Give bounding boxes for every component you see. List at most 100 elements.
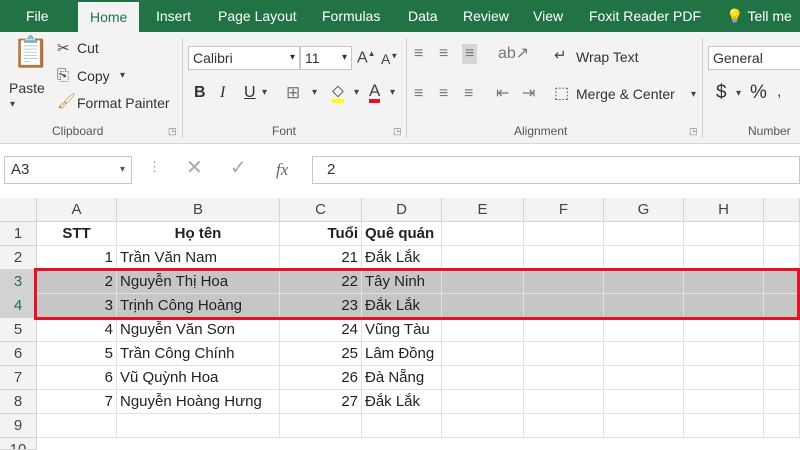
font-color-icon[interactable]: A	[369, 82, 381, 103]
row-header[interactable]: 7	[0, 366, 37, 390]
tab-file[interactable]: File	[26, 0, 49, 32]
bold-button[interactable]: B	[194, 84, 206, 102]
tab-home[interactable]: Home	[78, 2, 140, 32]
cell-i9[interactable]	[764, 414, 800, 438]
cell-b9[interactable]	[117, 414, 280, 438]
cell-i5[interactable]	[764, 318, 800, 342]
fill-color-icon[interactable]: ⬦	[332, 82, 344, 103]
align-center-icon[interactable]: ≡	[439, 86, 448, 102]
cell-f9[interactable]	[524, 414, 604, 438]
borders-icon[interactable]: ⊞	[286, 84, 300, 101]
cell-h1[interactable]	[684, 222, 764, 246]
paste-button[interactable]: Paste	[9, 80, 45, 96]
comma-style-icon[interactable]: ,	[777, 84, 781, 100]
tab-insert[interactable]: Insert	[156, 0, 191, 32]
row-header[interactable]: 6	[0, 342, 37, 366]
tab-view[interactable]: View	[533, 0, 563, 32]
orientation-icon[interactable]: ab↗	[498, 46, 529, 62]
copy-icon[interactable]: ⎘	[57, 68, 69, 83]
decrease-font-size-icon[interactable]: A▼	[381, 52, 398, 66]
font-color-chevron-icon[interactable]: ▾	[390, 88, 395, 98]
cell-d2[interactable]: Đắk Lắk	[362, 246, 442, 270]
cut-button[interactable]: Cut	[77, 40, 99, 56]
cell-h6[interactable]	[684, 342, 764, 366]
copy-button[interactable]: Copy	[77, 68, 110, 84]
cell-h2[interactable]	[684, 246, 764, 270]
cell-d9[interactable]	[362, 414, 442, 438]
format-painter-icon[interactable]: 🖌	[57, 94, 76, 109]
column-header-a[interactable]: A	[37, 198, 117, 222]
paste-icon[interactable]: 📋	[12, 38, 49, 68]
cell-c6[interactable]: 25	[280, 342, 362, 366]
underline-button[interactable]: U	[244, 84, 256, 102]
cell-a2[interactable]: 1	[37, 246, 117, 270]
merge-center-button[interactable]: Merge & Center	[576, 86, 675, 102]
wrap-text-button[interactable]: Wrap Text	[576, 49, 639, 65]
cell-a9[interactable]	[37, 414, 117, 438]
cell-g9[interactable]	[604, 414, 684, 438]
column-header-g[interactable]: G	[604, 198, 684, 222]
cell-e5[interactable]	[442, 318, 524, 342]
cancel-entry-icon[interactable]: ✕	[186, 158, 203, 178]
paste-dropdown-chevron-icon[interactable]: ▾	[10, 100, 15, 110]
cell-a8[interactable]: 7	[37, 390, 117, 414]
name-box[interactable]: A3 ▾	[4, 156, 132, 184]
column-header-h[interactable]: H	[684, 198, 764, 222]
merge-center-chevron-icon[interactable]: ▾	[691, 90, 696, 100]
fill-color-chevron-icon[interactable]: ▾	[354, 88, 359, 98]
cell-f5[interactable]	[524, 318, 604, 342]
row-header[interactable]: 3	[0, 270, 37, 294]
align-left-icon[interactable]: ≡	[414, 86, 423, 102]
cell-e1[interactable]	[442, 222, 524, 246]
borders-chevron-icon[interactable]: ▾	[312, 88, 317, 98]
cell-b1[interactable]: Họ tên	[117, 222, 280, 246]
cell-d8[interactable]: Đắk Lắk	[362, 390, 442, 414]
row-header[interactable]: 4	[0, 294, 37, 318]
row-header[interactable]: 1	[0, 222, 37, 246]
italic-button[interactable]: I	[220, 84, 225, 102]
enter-checkmark-icon[interactable]: ✓	[230, 158, 247, 178]
cell-h7[interactable]	[684, 366, 764, 390]
alignment-dialog-launcher-icon[interactable]: ◳	[689, 126, 698, 137]
cell-a5[interactable]: 4	[37, 318, 117, 342]
name-box-chevron-icon[interactable]: ▾	[120, 157, 125, 183]
cell-d6[interactable]: Lâm Đồng	[362, 342, 442, 366]
currency-format-button[interactable]: $	[716, 82, 727, 104]
cell-f8[interactable]	[524, 390, 604, 414]
cell-b6[interactable]: Trần Công Chính	[117, 342, 280, 366]
column-header-d[interactable]: D	[362, 198, 442, 222]
cell-a1[interactable]: STT	[37, 222, 117, 246]
cell-d1[interactable]: Quê quán	[362, 222, 442, 246]
cell-h9[interactable]	[684, 414, 764, 438]
increase-indent-icon[interactable]: ⇥	[522, 86, 535, 102]
cut-icon[interactable]: ✂	[57, 41, 70, 56]
bottom-align-icon[interactable]: ≡	[462, 44, 478, 64]
clipboard-dialog-launcher-icon[interactable]: ◳	[168, 126, 177, 137]
wrap-text-icon[interactable]: ↵	[554, 48, 567, 63]
tab-page-layout[interactable]: Page Layout	[218, 0, 297, 32]
currency-chevron-icon[interactable]: ▾	[736, 89, 741, 99]
cell-f1[interactable]	[524, 222, 604, 246]
font-name-select[interactable]: Calibri ▾	[188, 46, 300, 70]
align-right-icon[interactable]: ≡	[464, 86, 473, 102]
cell-c7[interactable]: 26	[280, 366, 362, 390]
row-header[interactable]: 5	[0, 318, 37, 342]
cell-i2[interactable]	[764, 246, 800, 270]
merge-center-icon[interactable]: ⬚	[554, 86, 569, 102]
cell-b8[interactable]: Nguyễn Hoàng Hưng	[117, 390, 280, 414]
cell-g1[interactable]	[604, 222, 684, 246]
cell-f6[interactable]	[524, 342, 604, 366]
cell-i8[interactable]	[764, 390, 800, 414]
cell-c5[interactable]: 24	[280, 318, 362, 342]
tab-foxit-reader-pdf[interactable]: Foxit Reader PDF	[589, 0, 701, 32]
cell-f7[interactable]	[524, 366, 604, 390]
row-header[interactable]: 9	[0, 414, 37, 438]
row-header[interactable]: 10	[0, 438, 37, 450]
select-all-corner[interactable]	[0, 198, 37, 222]
row-header[interactable]: 2	[0, 246, 37, 270]
cell-c8[interactable]: 27	[280, 390, 362, 414]
cell-e9[interactable]	[442, 414, 524, 438]
cell-g8[interactable]	[604, 390, 684, 414]
insert-function-button[interactable]: fx	[276, 160, 288, 180]
row-header[interactable]: 8	[0, 390, 37, 414]
